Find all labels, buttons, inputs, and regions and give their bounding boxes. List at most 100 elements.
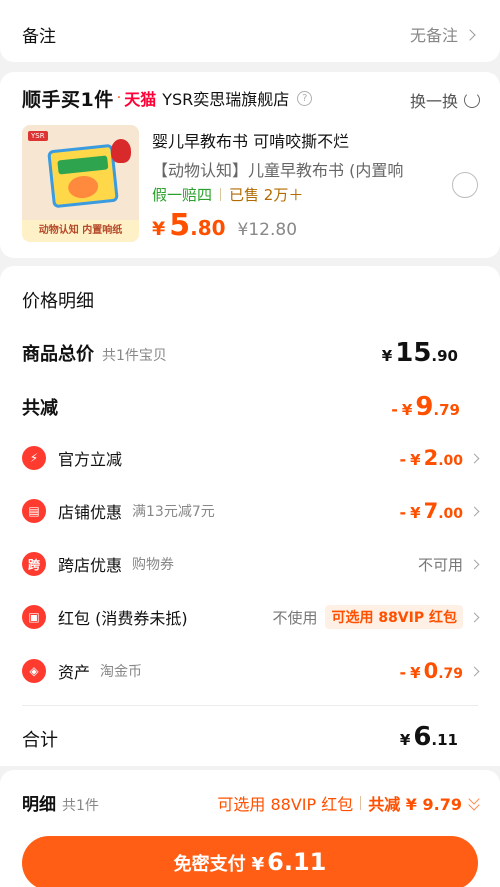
pay-button[interactable]: 免密支付 ¥ 6.11 (22, 836, 478, 887)
discount-row-store[interactable]: ▤ 店铺优惠 满13元减7元 - ¥7.00 (22, 496, 480, 526)
pay-currency: ¥ (251, 854, 265, 875)
discount-label: 跨店优惠 (58, 556, 123, 575)
amount-decimal: .79 (438, 666, 463, 682)
product-image[interactable]: YSR 动物认知 内置响纸 (22, 125, 139, 242)
product-image-banner: 动物认知 内置响纸 (22, 220, 139, 242)
amount-integer: 6 (413, 722, 432, 752)
vip-red-packet-hint: 可选用 88VIP 红包 (217, 795, 354, 814)
asset-type: 淘金币 (100, 664, 143, 680)
divider (22, 705, 478, 706)
help-icon[interactable]: ? (297, 90, 313, 106)
discount-rule: 满13元减7元 (132, 504, 215, 520)
note-value-text: 无备注 (409, 26, 458, 45)
total-amount: ¥6.11 (400, 722, 458, 752)
brand-mark: YSR (28, 131, 48, 141)
discount-amount: - ¥7.00 (399, 499, 463, 523)
book-illustration (47, 143, 119, 209)
chevron-right-icon (469, 559, 480, 569)
total-label: 合计 (22, 730, 58, 751)
double-chevron-down-icon (468, 796, 480, 810)
discount-value: 不使用 可选用 88VIP 红包 (272, 605, 480, 629)
minus-sign: - (391, 400, 398, 419)
amount-decimal: .00 (438, 506, 463, 522)
detail-toggle[interactable]: 明细 共1件 (22, 790, 99, 815)
divider (360, 796, 362, 810)
guarantee-tag: 假一赔四 (152, 186, 213, 204)
discount-label: 红包 (消费券未抵) (58, 609, 188, 628)
discount-value: - ¥0.79 (399, 659, 480, 683)
subtotal-amount: ¥15.90 (382, 338, 458, 368)
promo-brand: 顺手买1件 (22, 88, 114, 111)
amount-integer: 15 (395, 338, 432, 368)
amount-decimal: .79 (433, 401, 460, 419)
amount-integer: 9 (415, 392, 434, 422)
discount-row-assets[interactable]: ◈ 资产 淘金币 - ¥0.79 (22, 656, 480, 686)
chevron-right-icon (469, 453, 480, 463)
minus-sign: - (399, 503, 407, 522)
pay-button-label: 免密支付 (173, 854, 246, 875)
book-cover-animal (67, 174, 100, 200)
amount-decimal: .11 (431, 731, 458, 749)
book-cover-title (57, 155, 109, 175)
product-title[interactable]: 婴儿早教布书 可啃咬撕不烂 (152, 128, 349, 152)
price-integer: 5 (169, 208, 191, 243)
subtotal-label: 商品总价 共1件宝贝 (22, 340, 167, 366)
discount-value: - ¥7.00 (399, 499, 480, 523)
unavailable-status: 不可用 (417, 555, 463, 574)
discount-value: 不可用 (417, 554, 480, 575)
swap-button[interactable]: 换一换 (410, 88, 480, 112)
currency-symbol: ¥ (410, 504, 421, 522)
pay-amount: 6.11 (267, 848, 327, 876)
currency-symbol: ¥ (399, 731, 411, 749)
chevron-right-icon (469, 506, 480, 516)
currency-symbol: ¥ (381, 347, 393, 365)
discount-value: - ¥2.00 (399, 446, 480, 470)
chevron-right-icon (464, 29, 476, 41)
amount-integer: 2 (423, 446, 439, 470)
total-discount-label: 共减 (22, 398, 58, 419)
discount-label: 店铺优惠 (58, 503, 123, 522)
product-price: ¥5.80 ¥12.80 (152, 208, 297, 243)
note-value[interactable]: 无备注 (409, 22, 476, 46)
vip-red-packet-pill[interactable]: 可选用 88VIP 红包 (325, 605, 463, 629)
subtotal-count: 共1件宝贝 (102, 348, 167, 364)
amount-integer: 0 (423, 659, 439, 683)
discount-row-red-packet[interactable]: ▣ 红包 (消费券未抵) 不使用 可选用 88VIP 红包 (22, 602, 480, 632)
discount-row-cross-store[interactable]: 跨 跨店优惠 购物券 不可用 (22, 549, 480, 579)
store-name[interactable]: YSR奕思瑞旗舰店 (162, 86, 289, 110)
asset-icon: ◈ (22, 659, 46, 683)
price-decimal: .80 (190, 216, 226, 240)
amount-decimal: .00 (438, 453, 463, 469)
price-detail-title: 价格明细 (22, 291, 94, 312)
chevron-right-icon (469, 612, 480, 622)
savings-summary[interactable]: 可选用 88VIP 红包 共减 ¥ 9.79 (217, 791, 480, 815)
lightning-icon: ⚡ (22, 446, 46, 470)
discount-type: 购物券 (132, 557, 175, 573)
promo-header: 顺手买1件 · 天猫 YSR奕思瑞旗舰店 ? (22, 86, 313, 111)
red-packet-icon: ▣ (22, 605, 46, 629)
currency-symbol: ¥ (410, 664, 421, 682)
original-price: ¥12.80 (237, 220, 298, 240)
detail-toggle-label: 明细 (22, 795, 56, 815)
chevron-right-icon (469, 666, 480, 676)
discount-label: 官方立减 (58, 450, 123, 469)
item-count: 共1件 (62, 798, 99, 814)
tmall-logo: 天猫 (124, 90, 157, 109)
product-subtitle: 【动物认知】儿童早教布书 (内置响 (152, 161, 404, 180)
cross-store-icon: 跨 (22, 552, 46, 576)
discount-label: 资产 (58, 663, 91, 682)
refresh-icon (464, 92, 480, 108)
toy-illustration (111, 139, 131, 163)
currency-symbol: ¥ (410, 451, 421, 469)
subtotal-label-text: 商品总价 (22, 344, 94, 365)
total-savings: 共减 ¥ 9.79 (368, 795, 462, 814)
product-tags: 假一赔四 已售 2万＋ (152, 184, 303, 205)
discount-amount: - ¥2.00 (399, 446, 463, 470)
shop-icon: ▤ (22, 499, 46, 523)
discount-amount: - ¥0.79 (399, 659, 463, 683)
select-radio[interactable] (452, 172, 478, 198)
amount-decimal: .90 (431, 347, 458, 365)
total-discount-amount: - ¥9.79 (391, 392, 460, 422)
discount-row-official[interactable]: ⚡ 官方立减 - ¥2.00 (22, 443, 480, 473)
minus-sign: - (399, 663, 407, 682)
